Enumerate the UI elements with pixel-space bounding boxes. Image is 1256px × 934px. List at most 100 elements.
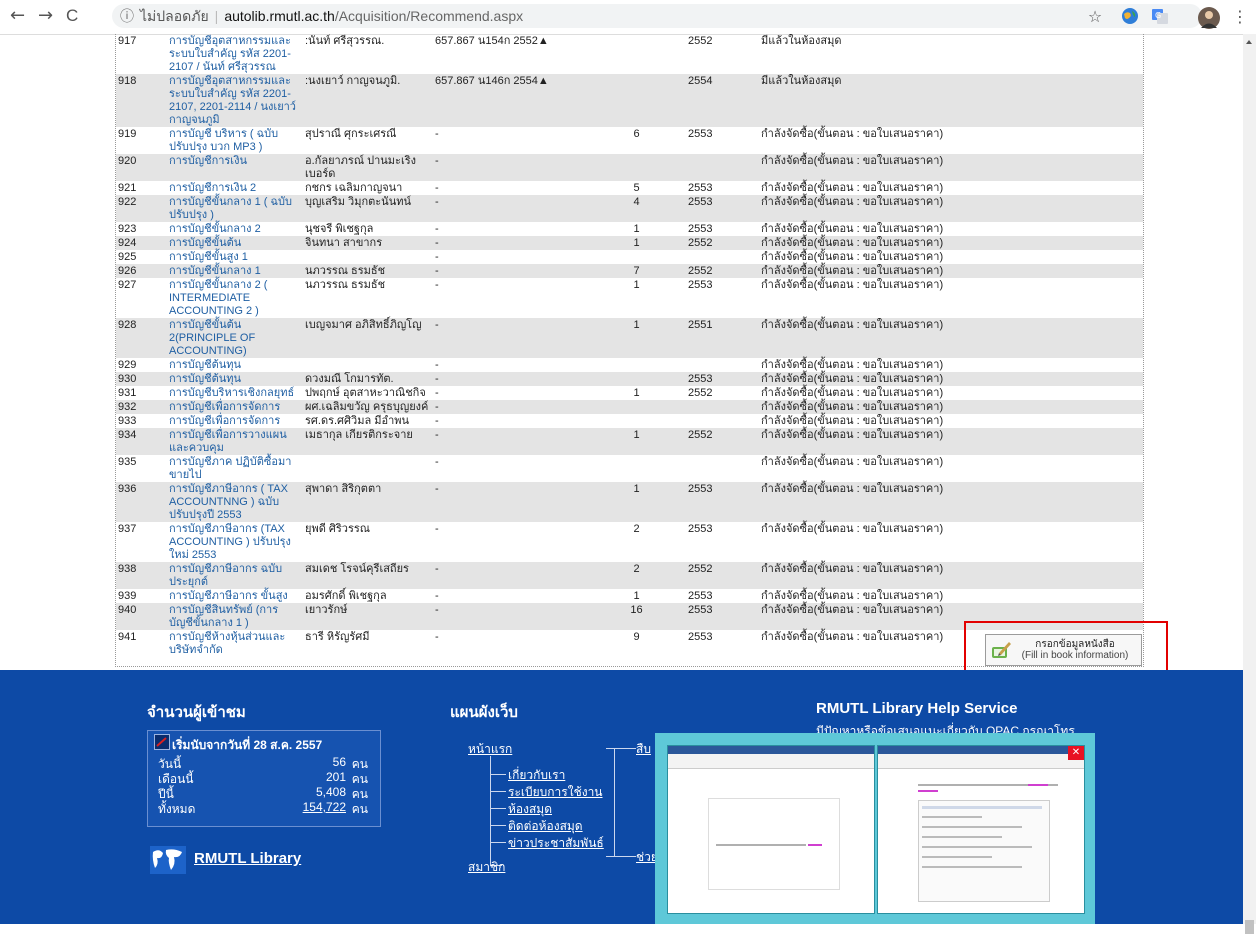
page-scrollbar[interactable] <box>1243 34 1256 934</box>
rmutl-library-link[interactable]: RMUTL Library <box>194 850 301 867</box>
book-title-link[interactable]: การบัญชีขั้นกลาง 2 ( INTERMEDIATE ACCOUN… <box>167 278 303 318</box>
publish-year <box>686 250 759 264</box>
book-author <box>303 455 433 482</box>
table-row: 936 การบัญชีภาษีอากร ( TAX ACCOUNTNNG ) ฉ… <box>116 482 1143 522</box>
url-host: autolib.rmutl.ac.th <box>224 8 335 24</box>
call-number: - <box>435 223 439 235</box>
publish-year: 2552 <box>688 387 713 399</box>
security-label: ไม่ปลอดภัย <box>140 8 209 24</box>
order-status: กำลังจัดซื้อ(ขั้นตอน : ขอใบเสนอราคา) <box>761 265 944 277</box>
book-author: ยุพดี ศิริวรรณ <box>305 523 370 535</box>
back-icon[interactable]: ← <box>10 7 25 25</box>
book-title-link[interactable]: การบัญชีเพื่อการจัดการ <box>167 400 303 414</box>
book-title-link[interactable]: การบัญชีขั้นต้น 2(PRINCIPLE OF ACCOUNTIN… <box>167 318 303 358</box>
scrollbar-thumb[interactable] <box>1245 920 1254 934</box>
extension-translate-icon[interactable]: G <box>1150 7 1170 27</box>
row-number: 937 <box>118 523 137 535</box>
book-title-link[interactable]: การบัญชีภาษีอากร (TAX ACCOUNTING ) ปรับป… <box>167 522 303 562</box>
call-number: - <box>435 631 439 643</box>
order-status: กำลังจัดซื้อ(ขั้นตอน : ขอใบเสนอราคา) <box>761 196 944 208</box>
book-title-link[interactable]: การบัญชีอุตสาหกรรมและระบบใบสำคัญ รหัส 22… <box>167 74 303 127</box>
table-row: 929 การบัญชีต้นทุน - กำลังจัดซื้อ(ขั้นตอน :… <box>116 358 1143 372</box>
reload-icon[interactable]: C <box>66 7 78 25</box>
sitemap-col2-top-link[interactable]: สืบ <box>636 740 651 759</box>
call-number: - <box>435 456 439 468</box>
publish-year: 2553 <box>688 373 713 385</box>
book-title-link[interactable]: การบัญชีขั้นกลาง 2 <box>167 222 303 236</box>
profile-avatar[interactable] <box>1198 7 1220 29</box>
call-number: - <box>435 429 439 441</box>
book-title-link[interactable]: การบัญชีต้นทุน <box>167 372 303 386</box>
book-title-link[interactable]: การบัญชีขั้นต้น <box>167 236 303 250</box>
quantity: 1 <box>633 319 640 331</box>
order-status: กำลังจัดซื้อ(ขั้นตอน : ขอใบเสนอราคา) <box>761 279 944 291</box>
book-title-link[interactable]: การบัญชีอุตสาหกรรมและระบบใบสำคัญ รหัส 22… <box>167 34 303 74</box>
publish-year <box>686 154 759 181</box>
publish-year: 2553 <box>688 523 713 535</box>
book-title-link[interactable]: การบัญชีสินทรัพย์ (การบัญชีขั้นกลาง 1 ) <box>167 603 303 630</box>
table-row: 923 การบัญชีขั้นกลาง 2 นุชจรี พิเชฐกุล - 1 25… <box>116 222 1143 236</box>
quantity: 1 <box>633 237 640 249</box>
publish-year <box>686 400 759 414</box>
quantity <box>587 358 686 372</box>
book-title-link[interactable]: การบัญชีเพื่อการวางแผนและควบคุม <box>167 428 303 455</box>
book-title-link[interactable]: การบัญชีขั้นกลาง 1 ( ฉบับปรับปรุง ) <box>167 195 303 222</box>
address-bar[interactable]: ⓘ ไม่ปลอดภัย | autolib.rmutl.ac.th/Acquisit… <box>112 4 1202 28</box>
stat-unit: คน <box>351 802 368 816</box>
table-row: 919 การบัญชี บริหาร ( ฉบับปรับปรุง บวก MP… <box>116 127 1143 154</box>
book-author: นภวรรณ ธรมธัช <box>305 265 386 277</box>
bookmark-star-icon[interactable]: ☆ <box>1085 7 1105 27</box>
quantity <box>587 154 686 181</box>
quantity: 1 <box>633 223 640 235</box>
publish-year <box>686 455 759 482</box>
book-title-link[interactable]: การบัญชีภาษีอากร ฉบับประยุกต์ <box>167 562 303 589</box>
book-title-link[interactable]: การบัญชีขั้นกลาง 1 <box>167 264 303 278</box>
close-icon[interactable]: ✕ <box>1068 746 1084 760</box>
row-number: 918 <box>118 75 137 87</box>
browser-menu-icon[interactable]: ⋮ <box>1230 7 1250 27</box>
recommend-list-panel: 917 การบัญชีอุตสาหกรรมและระบบใบสำคัญ รหัส… <box>115 34 1144 667</box>
quantity: 1 <box>633 590 640 602</box>
window-thumbnail-2[interactable]: ✕ <box>877 745 1085 914</box>
book-title-link[interactable]: การบัญชี บริหาร ( ฉบับปรับปรุง บวก MP3 ) <box>167 127 303 154</box>
call-number: - <box>435 483 439 495</box>
book-title-link[interactable]: การบัญชีการเงิน <box>167 154 303 181</box>
order-status: กำลังจัดซื้อ(ขั้นตอน : ขอใบเสนอราคา) <box>761 237 944 249</box>
book-author: เยาวรักษ์ <box>305 604 348 616</box>
book-title-link[interactable]: การบัญชีภาษีอากร ขั้นสูง <box>167 589 303 603</box>
book-title-link[interactable]: การบัญชีห้างหุ้นส่วนและบริษัทจำกัด <box>167 630 303 657</box>
quantity: 1 <box>633 429 640 441</box>
quantity: 5 <box>633 182 640 194</box>
table-row: 918 การบัญชีอุตสาหกรรมและระบบใบสำคัญ รหัส… <box>116 74 1143 127</box>
stat-value: 154,722 <box>302 800 346 814</box>
book-title-link[interactable]: การบัญชีการเงิน 2 <box>167 181 303 195</box>
book-title-link[interactable]: การบัญชีขั้นสูง 1 <box>167 250 303 264</box>
publish-year: 2553 <box>688 631 713 643</box>
order-status: กำลังจัดซื้อ(ขั้นตอน : ขอใบเสนอราคา) <box>761 387 944 399</box>
forward-icon[interactable]: → <box>38 7 53 25</box>
extension-globe-icon[interactable] <box>1120 7 1140 27</box>
quantity <box>587 34 686 74</box>
book-title-link[interactable]: การบัญชีบริหารเชิงกลยุทธ์ <box>167 386 303 400</box>
book-title-link[interactable]: การบัญชีต้นทุน <box>167 358 303 372</box>
book-title-link[interactable]: การบัญชีภาค ปฏิบัติซื้อมาขายไป <box>167 455 303 482</box>
browser-toolbar: ← → C ⓘ ไม่ปลอดภัย | autolib.rmutl.ac.th/Ac… <box>0 0 1256 35</box>
row-number: 922 <box>118 196 137 208</box>
sitemap-sub-link[interactable]: ข่าวประชาสัมพันธ์ <box>508 834 604 853</box>
publish-year: 2553 <box>688 196 713 208</box>
svg-text:G: G <box>1155 11 1161 20</box>
table-row: 928 การบัญชีขั้นต้น 2(PRINCIPLE OF ACCOUN… <box>116 318 1143 358</box>
quantity: 4 <box>633 196 640 208</box>
row-number: 923 <box>118 223 137 235</box>
order-status: กำลังจัดซื้อ(ขั้นตอน : ขอใบเสนอราคา) <box>761 563 944 575</box>
row-number: 936 <box>118 483 137 495</box>
window-thumbnail-1[interactable] <box>667 745 875 914</box>
book-author: ปพฤกษ์ อุตสาหะวาณิชกิจ <box>305 387 426 399</box>
row-number: 925 <box>118 251 137 263</box>
info-icon[interactable]: ⓘ <box>120 4 134 28</box>
book-title-link[interactable]: การบัญชีเพื่อการจัดการ <box>167 414 303 428</box>
book-author: :นงเยาว์ กาญจนภูมิ. <box>305 75 401 87</box>
member-link[interactable]: สมาชิก <box>468 858 505 877</box>
book-title-link[interactable]: การบัญชีภาษีอากร ( TAX ACCOUNTNNG ) ฉบับ… <box>167 482 303 522</box>
quantity <box>587 74 686 127</box>
